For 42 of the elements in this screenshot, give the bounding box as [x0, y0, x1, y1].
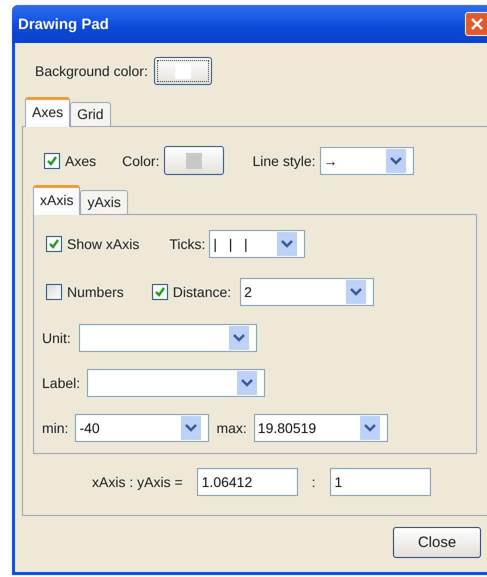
- close-button[interactable]: Close: [393, 527, 481, 558]
- chevron-down-icon: [228, 326, 249, 350]
- distance-dropdown[interactable]: 2: [240, 278, 374, 306]
- chevron-down-icon: [277, 232, 298, 256]
- checkbox[interactable]: Axes: [44, 152, 96, 168]
- tab[interactable]: Axes: [25, 97, 70, 127]
- separator-label: :: [312, 474, 316, 490]
- tab[interactable]: yAxis: [80, 190, 128, 214]
- max-dropdown[interactable]: 19.80519: [254, 414, 388, 442]
- ticks-dropdown[interactable]: | | |: [209, 230, 306, 258]
- label-dropdown[interactable]: [87, 369, 266, 397]
- field-label: Ticks:: [169, 236, 206, 252]
- chevron-down-icon: [346, 280, 366, 304]
- tab[interactable]: xAxis: [33, 185, 80, 215]
- field-label: max:: [216, 420, 247, 436]
- field-label: min:: [42, 420, 68, 436]
- check-icon: [46, 154, 58, 166]
- color-button[interactable]: [154, 57, 212, 85]
- field-label: Color:: [122, 152, 160, 168]
- field-label: xAxis : yAxis =: [92, 474, 183, 490]
- chevron-down-icon: [181, 416, 202, 440]
- field-label: Background color:: [35, 63, 148, 79]
- checkbox[interactable]: Distance:: [152, 284, 232, 300]
- unit-dropdown[interactable]: [78, 324, 257, 352]
- chevron-down-icon: [237, 371, 258, 395]
- field-label: Label:: [42, 375, 80, 391]
- chevron-down-icon: [360, 416, 380, 440]
- line-style-dropdown[interactable]: →: [320, 146, 414, 174]
- color-button[interactable]: [164, 146, 224, 175]
- checkbox[interactable]: Numbers: [46, 284, 124, 300]
- check-icon: [48, 238, 60, 250]
- check-icon: [154, 286, 166, 298]
- chevron-down-icon: [386, 148, 406, 172]
- window-title: Drawing Pad: [18, 16, 109, 32]
- close-icon[interactable]: [465, 12, 487, 36]
- input-field[interactable]: 1.06412: [196, 468, 298, 496]
- field-label: Unit:: [42, 330, 71, 346]
- tab[interactable]: Grid: [70, 102, 111, 126]
- checkbox[interactable]: Show xAxis: [46, 236, 140, 252]
- input-field[interactable]: 1: [330, 468, 431, 496]
- field-label: Line style:: [252, 152, 316, 168]
- min-dropdown[interactable]: -40: [75, 414, 210, 442]
